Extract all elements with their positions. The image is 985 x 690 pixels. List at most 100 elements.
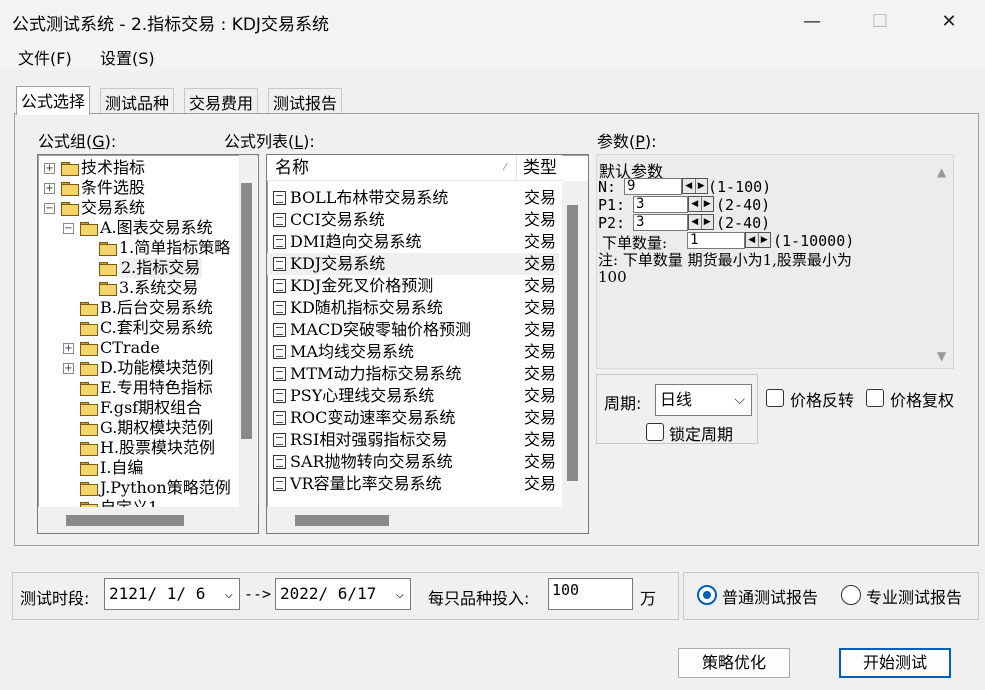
param-spinner[interactable]: ◀ ▶ <box>682 178 708 194</box>
invest-input[interactable]: 100 <box>548 578 633 610</box>
tree-item[interactable]: H.股票模块范例 <box>100 438 215 458</box>
tree-scroll-thumb[interactable] <box>241 183 252 439</box>
list-item[interactable]: BOLL布林带交易系统 交易 <box>267 187 559 209</box>
tree-item[interactable]: 1.简单指标策略 <box>119 238 230 258</box>
minimize-icon: — <box>803 10 821 32</box>
formula-list[interactable]: 名称 ⁄ 类型 BOLL布林带交易系统 交易 CCI交易系统 交易 DMI趋向交易系统 交易… <box>266 154 589 534</box>
param-input[interactable]: 9 <box>624 178 682 195</box>
list-item[interactable]: PSY心理线交易系统 交易 <box>267 385 559 407</box>
tree-item[interactable]: 3.系统交易 <box>119 278 198 298</box>
tree-toggle-icon[interactable]: + <box>63 363 74 374</box>
list-horizontal-scrollbar[interactable] <box>267 507 588 533</box>
optimize-button[interactable]: 策略优化 <box>678 648 790 678</box>
params-scrollbar[interactable]: ▲ ▼ <box>933 159 953 365</box>
menu-file[interactable]: 文件(F) <box>18 45 72 69</box>
lock-period-checkbox[interactable] <box>646 423 664 441</box>
end-date-picker[interactable]: 2022/ 6/17 ⌵ <box>275 578 411 610</box>
scroll-down-icon[interactable]: ▼ <box>937 349 946 363</box>
formula-type: 交易 <box>524 254 557 273</box>
tree-horizontal-scrollbar[interactable] <box>38 507 258 533</box>
menu-settings[interactable]: 设置(S) <box>100 45 155 69</box>
formula-group-tree[interactable]: + 技术指标 + 条件选股 − 交易系统 − A.图表交易系统 1.简单指标策略 2.指标交易 3.… <box>37 154 259 534</box>
tree-item[interactable]: G.期权模块范例 <box>100 418 213 438</box>
list-item[interactable]: KDJ交易系统 交易 <box>267 253 559 275</box>
param-name: N: <box>598 178 617 196</box>
tab-formula-select[interactable]: 公式选择 <box>16 86 91 115</box>
list-item[interactable]: ROC变动速率交易系统 交易 <box>267 407 559 429</box>
tab-trading-fees[interactable]: 交易费用 <box>184 88 259 113</box>
formula-group-label: 公式组(G): <box>38 132 117 151</box>
pro-report-radio[interactable] <box>841 585 861 605</box>
tree-item[interactable]: A.图表交易系统 <box>100 218 213 238</box>
formula-type: 交易 <box>524 386 557 405</box>
tree-hscroll-thumb[interactable] <box>66 515 184 526</box>
start-test-button[interactable]: 开始测试 <box>839 648 951 678</box>
tree-item[interactable]: CTrade <box>100 338 160 358</box>
param-input[interactable]: 3 <box>633 214 688 231</box>
normal-report-radio[interactable] <box>697 585 717 605</box>
param-spinner[interactable]: ◀ ▶ <box>688 196 714 212</box>
formula-type: 交易 <box>524 232 557 251</box>
price-adjust-checkbox[interactable] <box>866 389 884 407</box>
tree-item[interactable]: 条件选股 <box>81 178 145 198</box>
formula-doc-icon <box>273 279 286 293</box>
list-item[interactable]: MACD突破零轴价格预测 交易 <box>267 319 559 341</box>
tree-item[interactable]: F.gsf期权组合 <box>100 398 202 418</box>
list-item[interactable]: KDJ金死叉价格预测 交易 <box>267 275 559 297</box>
list-item[interactable]: MTM动力指标交易系统 交易 <box>267 363 559 385</box>
minimize-button[interactable]: — <box>789 0 835 42</box>
list-item[interactable]: VR容量比率交易系统 交易 <box>267 473 559 495</box>
close-button[interactable]: ✕ <box>926 0 972 42</box>
tree-item[interactable]: C.套利交易系统 <box>100 318 213 338</box>
tree-toggle-icon[interactable]: − <box>63 223 74 234</box>
tree-toggle-icon[interactable]: + <box>44 183 55 194</box>
tree-item[interactable]: 2.指标交易 <box>119 258 203 278</box>
tree-item[interactable]: B.后台交易系统 <box>100 298 213 318</box>
formula-name: MA均线交易系统 <box>290 342 414 361</box>
param-input[interactable]: 3 <box>633 196 688 213</box>
list-item[interactable]: MA均线交易系统 交易 <box>267 341 559 363</box>
tree-item[interactable]: 自定义1 <box>100 498 158 507</box>
tree-item[interactable]: I.自编 <box>100 458 143 478</box>
params-label: 参数(P): <box>597 132 657 151</box>
period-select[interactable]: 日线 ⌵ <box>655 384 752 416</box>
folder-icon <box>80 302 98 316</box>
price-reverse-checkbox[interactable] <box>766 389 784 407</box>
formula-doc-icon <box>273 323 286 337</box>
column-header-name[interactable]: 名称 ⁄ <box>267 155 517 181</box>
column-header-type[interactable]: 类型 <box>517 155 562 181</box>
maximize-button[interactable]: ☐ <box>857 0 903 42</box>
list-item[interactable]: RSI相对强弱指标交易 交易 <box>267 429 559 451</box>
list-hscroll-thumb[interactable] <box>295 515 389 526</box>
list-item[interactable]: CCI交易系统 交易 <box>267 209 559 231</box>
list-item[interactable]: SAR抛物转向交易系统 交易 <box>267 451 559 473</box>
decrement-icon: ◀ <box>746 233 759 247</box>
invest-unit: 万 <box>640 589 657 608</box>
formula-doc-icon <box>273 235 286 249</box>
order-qty-spinner[interactable]: ◀ ▶ <box>745 232 771 248</box>
tab-test-symbols[interactable]: 测试品种 <box>100 88 175 113</box>
list-item[interactable]: DMI趋向交易系统 交易 <box>267 231 559 253</box>
tree-item[interactable]: D.功能模块范例 <box>100 358 213 378</box>
folder-icon <box>80 382 98 396</box>
tree-item[interactable]: J.Python策略范例 <box>100 478 231 498</box>
tree-toggle-icon[interactable]: − <box>44 203 55 214</box>
param-spinner[interactable]: ◀ ▶ <box>688 214 714 230</box>
scroll-up-icon[interactable]: ▲ <box>937 165 946 179</box>
tree-toggle-icon[interactable]: + <box>44 163 55 174</box>
tab-test-report[interactable]: 测试报告 <box>268 88 343 113</box>
param-range: (1-100) <box>708 178 772 196</box>
end-date-value: 2022/ 6/17 <box>280 584 377 603</box>
list-scroll-thumb[interactable] <box>567 205 578 481</box>
pro-report-label: 专业测试报告 <box>866 588 963 607</box>
tree-vertical-scrollbar[interactable] <box>239 155 257 507</box>
list-item[interactable]: KD随机指标交易系统 交易 <box>267 297 559 319</box>
tree-item[interactable]: 技术指标 <box>81 158 145 178</box>
list-vertical-scrollbar[interactable] <box>562 181 588 507</box>
tree-item[interactable]: E.专用特色指标 <box>100 378 213 398</box>
formula-type: 交易 <box>524 320 557 339</box>
start-date-picker[interactable]: 2121/ 1/ 6 ⌵ <box>104 578 240 610</box>
tree-toggle-icon[interactable]: + <box>63 343 74 354</box>
tree-item[interactable]: 交易系统 <box>81 198 145 218</box>
order-qty-input[interactable]: 1 <box>687 232 745 249</box>
